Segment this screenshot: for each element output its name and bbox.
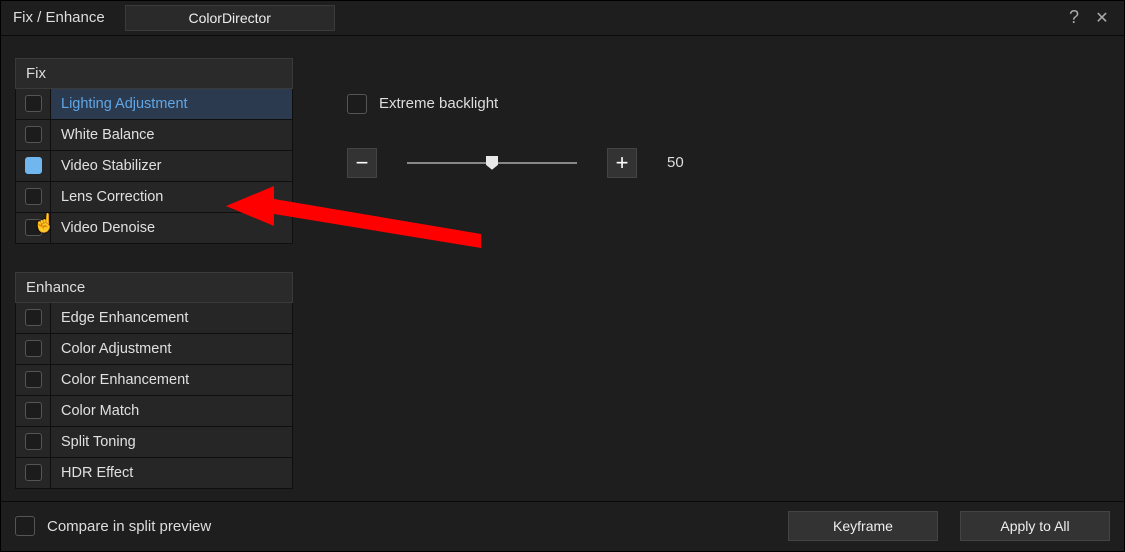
list-item-label: Color Match	[51, 396, 292, 426]
checkbox-icon[interactable]	[25, 188, 42, 205]
list-item-label: HDR Effect	[51, 458, 292, 488]
enhance-item-color-adjustment[interactable]: Color Adjustment	[15, 334, 293, 365]
list-item-label: Video Denoise	[51, 213, 292, 243]
checkbox-icon[interactable]	[25, 95, 42, 112]
colordirector-button[interactable]: ColorDirector	[125, 5, 335, 31]
list-item-label: Split Toning	[51, 427, 292, 457]
checkbox-icon[interactable]	[25, 371, 42, 388]
increase-button[interactable]: +	[607, 148, 637, 178]
list-item-label: Video Stabilizer	[51, 151, 292, 181]
decrease-button[interactable]: −	[347, 148, 377, 178]
enhance-section-header: Enhance	[15, 272, 293, 303]
list-item-label: Lighting Adjustment	[51, 89, 292, 119]
extreme-backlight-checkbox[interactable]	[347, 94, 367, 114]
close-icon[interactable]: ✕	[1088, 4, 1116, 32]
list-item-label: Edge Enhancement	[51, 303, 292, 333]
checkbox-icon[interactable]	[25, 464, 42, 481]
fix-item-video-denoise[interactable]: Video Denoise	[15, 213, 293, 244]
list-item-label: Lens Correction	[51, 182, 292, 212]
keyframe-button[interactable]: Keyframe	[788, 511, 938, 541]
checkbox-icon[interactable]	[25, 157, 42, 174]
list-item-label: Color Adjustment	[51, 334, 292, 364]
checkbox-icon[interactable]	[25, 219, 42, 236]
help-icon[interactable]: ?	[1060, 4, 1088, 32]
fix-item-video-stabilizer[interactable]: Video Stabilizer	[15, 151, 293, 182]
slider-value: 50	[667, 154, 707, 171]
extreme-backlight-label: Extreme backlight	[379, 95, 498, 112]
checkbox-icon[interactable]	[25, 433, 42, 450]
fix-item-lens-correction[interactable]: Lens Correction	[15, 182, 293, 213]
checkbox-icon[interactable]	[25, 309, 42, 326]
list-item-label: Color Enhancement	[51, 365, 292, 395]
footer: Compare in split preview Keyframe Apply …	[1, 501, 1124, 551]
compare-split-checkbox[interactable]	[15, 516, 35, 536]
sidebar: Fix Lighting Adjustment White Balance Vi…	[15, 58, 293, 489]
apply-to-all-button[interactable]: Apply to All	[960, 511, 1110, 541]
enhance-item-split-toning[interactable]: Split Toning	[15, 427, 293, 458]
checkbox-icon[interactable]	[25, 402, 42, 419]
list-item-label: White Balance	[51, 120, 292, 150]
value-slider[interactable]	[407, 153, 577, 173]
enhance-item-hdr-effect[interactable]: HDR Effect	[15, 458, 293, 489]
checkbox-icon[interactable]	[25, 126, 42, 143]
fix-item-lighting-adjustment[interactable]: Lighting Adjustment	[15, 89, 293, 120]
enhance-item-color-match[interactable]: Color Match	[15, 396, 293, 427]
slider-thumb-icon[interactable]	[486, 156, 498, 170]
compare-split-label: Compare in split preview	[47, 518, 211, 535]
checkbox-icon[interactable]	[25, 340, 42, 357]
fix-section-header: Fix	[15, 58, 293, 89]
enhance-item-color-enhancement[interactable]: Color Enhancement	[15, 365, 293, 396]
main-panel: Extreme backlight − + 50	[293, 58, 1124, 489]
fix-item-white-balance[interactable]: White Balance	[15, 120, 293, 151]
titlebar: Fix / Enhance ColorDirector ? ✕	[1, 1, 1124, 36]
enhance-item-edge-enhancement[interactable]: Edge Enhancement	[15, 303, 293, 334]
window-title: Fix / Enhance	[9, 9, 105, 26]
